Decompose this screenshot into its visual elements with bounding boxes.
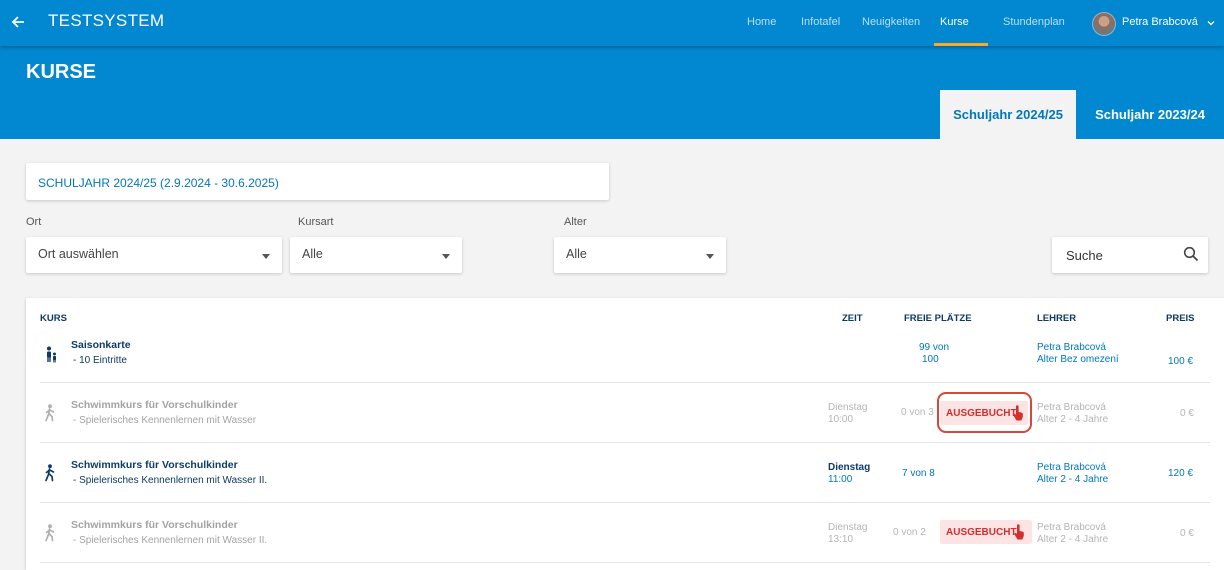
nav-item-neuigkeiten[interactable]: Neuigkeiten — [862, 16, 920, 28]
age-range: Alter 2 - 4 Jahre — [1037, 534, 1109, 545]
hand-pointer-icon — [1013, 405, 1023, 421]
dropdown-arrow-icon — [442, 254, 450, 259]
hand-pointer-icon — [1014, 524, 1024, 540]
sold-out-label: AUSGEBUCHT — [946, 407, 1017, 419]
page-title: KURSE — [26, 61, 97, 83]
column-header-zeit: ZEIT — [842, 313, 863, 324]
nav-item-home[interactable]: Home — [747, 16, 776, 28]
nav-item-infotafel[interactable]: Infotafel — [801, 16, 840, 28]
teacher-name: Petra Brabcová — [1037, 462, 1106, 473]
chevron-down-icon[interactable] — [1206, 18, 1216, 28]
nav-active-indicator — [934, 43, 988, 46]
kursart-select[interactable]: Alle — [290, 237, 462, 273]
course-day: Dienstag — [828, 462, 871, 473]
search-icon[interactable] — [1183, 246, 1199, 262]
price: 0 € — [1180, 408, 1194, 419]
user-avatar[interactable] — [1092, 12, 1116, 36]
column-header-preis: PREIS — [1166, 313, 1195, 324]
ort-label: Ort — [26, 216, 42, 228]
course-name[interactable]: Schwimmkurs für Vorschulkinder — [71, 399, 238, 411]
nav-item-kurse[interactable]: Kurse — [940, 16, 969, 28]
course-name[interactable]: Schwimmkurs für Vorschulkinder — [71, 459, 238, 471]
ort-select[interactable]: Ort auswählen — [26, 237, 282, 273]
sold-out-label: AUSGEBUCHT — [946, 526, 1017, 538]
course-day: Dienstag — [828, 402, 868, 413]
back-arrow-icon[interactable] — [10, 12, 26, 32]
column-header-freie-plaetze: FREIE PLÄTZE — [904, 313, 972, 324]
course-name[interactable]: Saisonkarte — [71, 339, 131, 351]
course-description: - Spielerisches Kennenlernen mit Wasser … — [73, 475, 268, 486]
age-range: Alter 2 - 4 Jahre — [1037, 414, 1109, 425]
family-icon — [47, 346, 56, 363]
row-divider — [40, 502, 1210, 503]
dropdown-arrow-icon — [262, 254, 270, 259]
age-range: Alter 2 - 4 Jahre — [1037, 474, 1109, 485]
price: 0 € — [1180, 528, 1194, 539]
alter-select-value: Alle — [566, 247, 587, 261]
column-header-kurs: KURS — [40, 313, 67, 324]
column-header-lehrer: LEHRER — [1037, 313, 1077, 324]
price: 120 € — [1168, 468, 1194, 479]
course-description: - Spielerisches Kennenlernen mit Wasser — [73, 415, 257, 426]
teacher-name: Petra Brabcová — [1037, 342, 1106, 353]
app-title[interactable]: TESTSYSTEM — [48, 11, 164, 31]
free-places-total: 100 — [922, 354, 939, 365]
free-places: 7 von 8 — [902, 468, 935, 479]
child-walking-icon — [45, 524, 55, 542]
kursart-label: Kursart — [298, 216, 334, 228]
school-year-label: SCHULJAHR 2024/25 (2.9.2024 - 30.6.2025) — [26, 163, 609, 200]
free-places: 99 von — [919, 342, 950, 353]
tab-schuljahr-2023-24[interactable]: Schuljahr 2023/24 — [1076, 90, 1224, 139]
course-description: - 10 Eintritte — [73, 355, 127, 366]
dropdown-arrow-icon — [706, 254, 714, 259]
ort-select-value: Ort auswählen — [38, 247, 119, 261]
row-divider — [40, 562, 1210, 563]
teacher-name: Petra Brabcová — [1037, 402, 1106, 413]
age-range: Alter Bez omezení — [1037, 354, 1119, 365]
free-places: 0 von 3 — [901, 407, 934, 418]
free-places: 0 von 2 — [893, 527, 926, 538]
alter-select[interactable]: Alle — [554, 237, 726, 273]
nav-item-stundenplan[interactable]: Stundenplan — [1003, 16, 1065, 28]
teacher-name: Petra Brabcová — [1037, 522, 1106, 533]
tab-schuljahr-2024-25[interactable]: Schuljahr 2024/25 — [940, 90, 1076, 139]
alter-label: Alter — [564, 216, 587, 228]
course-time: 13:10 — [828, 534, 854, 545]
user-name[interactable]: Petra Brabcová — [1122, 16, 1198, 28]
kursart-select-value: Alle — [302, 247, 323, 261]
course-name[interactable]: Schwimmkurs für Vorschulkinder — [71, 519, 238, 531]
child-walking-icon — [45, 404, 55, 422]
course-time: 11:00 — [828, 474, 853, 485]
course-day: Dienstag — [828, 522, 868, 533]
course-time: 10:00 — [828, 414, 854, 425]
course-description: - Spielerisches Kennenlernen mit Wasser … — [73, 535, 268, 546]
top-app-bar: TESTSYSTEM Home Infotafel Neuigkeiten Ku… — [0, 0, 1224, 46]
price: 100 € — [1168, 356, 1194, 367]
search-input[interactable] — [1058, 243, 1168, 267]
row-divider — [40, 382, 1210, 383]
child-walking-icon — [45, 464, 55, 482]
row-divider — [40, 442, 1210, 443]
